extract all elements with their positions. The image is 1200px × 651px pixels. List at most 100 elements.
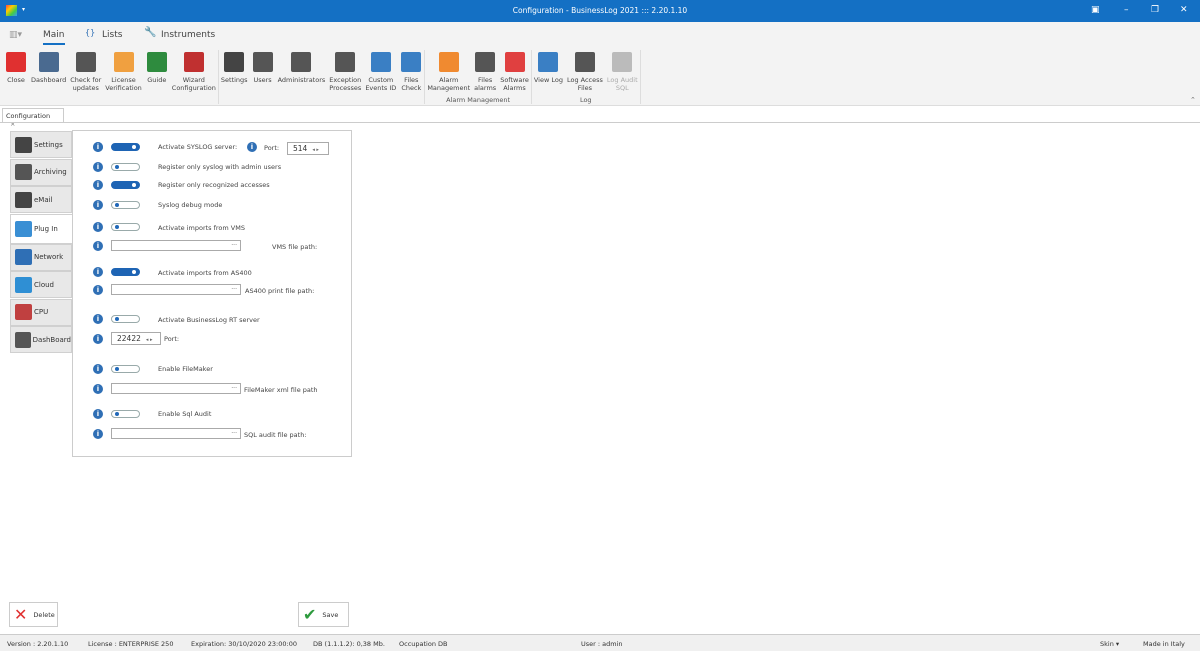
ribbon-button-label: Software Alarms <box>500 76 529 92</box>
ribbon-button-settings[interactable]: Settings <box>219 50 250 92</box>
debug-label: Syslog debug mode <box>158 201 223 209</box>
info-icon[interactable]: i <box>93 314 103 324</box>
divider <box>0 122 1200 123</box>
network-icon <box>15 249 32 265</box>
recognized-label: Register only recognized accesses <box>158 181 270 189</box>
tab-configuration[interactable]: Configuration × <box>2 108 64 128</box>
spin-arrows-icon[interactable]: ◂ ▸ <box>146 337 153 343</box>
delete-button[interactable]: ✕ Delete <box>9 602 58 627</box>
filemaker-browse-button[interactable]: ··· <box>231 385 237 392</box>
ribbon-button-guide[interactable]: Guide <box>144 50 170 92</box>
info-icon[interactable]: i <box>93 162 103 172</box>
ribbon-button-software-alarms[interactable]: Software Alarms <box>498 50 531 92</box>
info-icon[interactable]: i <box>93 334 103 344</box>
vms-toggle[interactable] <box>111 223 140 231</box>
ribbon-button-license-verification[interactable]: License Verification <box>103 50 144 92</box>
vms-path-input[interactable]: ··· <box>111 240 241 251</box>
ribbon-button-close[interactable]: Close <box>3 50 29 92</box>
ribbon-button-files-check[interactable]: Files Check <box>398 50 424 92</box>
maximize-button[interactable]: ❐ <box>1151 5 1159 15</box>
ribbon-button-custom-events-id[interactable]: Custom Events ID <box>363 50 398 92</box>
recognized-toggle[interactable] <box>111 181 140 189</box>
info-icon[interactable]: i <box>93 285 103 295</box>
skin-label: Skin <box>1100 640 1114 648</box>
users-icon <box>252 52 273 72</box>
vms-path-label: VMS file path: <box>272 243 318 251</box>
collapse-ribbon-icon[interactable]: ⌃ <box>1190 96 1196 104</box>
ribbon-button-check-for-updates[interactable]: Check for updates <box>68 50 103 92</box>
side-tab-archiving[interactable]: Archiving <box>10 158 72 186</box>
ribbon-button-view-log[interactable]: View Log <box>532 50 565 92</box>
sqlaudit-browse-button[interactable]: ··· <box>231 430 237 437</box>
minimize-button[interactable]: – <box>1124 5 1129 15</box>
info-icon[interactable]: i <box>93 409 103 419</box>
rt-port-value: 22422 <box>117 334 141 343</box>
ribbon-group: View Log Log Access Files Log Audit SQL Log <box>532 50 641 104</box>
filemaker-path-input[interactable]: ··· <box>111 383 241 394</box>
ribbon-button-administrators[interactable]: Administrators <box>276 50 328 92</box>
side-tab-cloud[interactable]: Cloud <box>10 271 72 298</box>
vms-browse-button[interactable]: ··· <box>231 242 237 249</box>
side-tab-cpu[interactable]: CPU <box>10 298 72 326</box>
syslog-port-spinner[interactable]: 514 ◂ ▸ <box>287 142 329 155</box>
side-tab-label: Settings <box>34 140 63 149</box>
tab-lists[interactable]: Lists <box>102 30 122 40</box>
ribbon-group: Settings Users Administrators Exception Pro… <box>219 50 426 104</box>
ribbon-button-wizard-configuration[interactable]: Wizard Configuration <box>170 50 218 92</box>
rt-toggle[interactable] <box>111 315 140 323</box>
sqlaudit-path-input[interactable]: ··· <box>111 428 241 439</box>
side-tab-email[interactable]: eMail <box>10 186 72 213</box>
ribbon-button-dashboard[interactable]: Dashboard <box>29 50 68 92</box>
rt-port-spinner[interactable]: 22422 ◂ ▸ <box>111 332 161 345</box>
info-icon[interactable]: i <box>247 142 257 152</box>
syslog-toggle[interactable] <box>111 143 140 151</box>
ribbon-button-log-audit-sql[interactable]: Log Audit SQL <box>605 50 640 92</box>
close-icon <box>6 52 26 72</box>
plugin-check-icon <box>15 220 32 237</box>
filemaker-toggle[interactable] <box>111 365 140 373</box>
info-icon[interactable]: i <box>93 429 103 439</box>
sqlaudit-label: Enable Sql Audit <box>158 410 212 418</box>
sqlaudit-toggle[interactable] <box>111 410 140 418</box>
skin-dropdown[interactable]: Skin ▾ <box>1100 640 1119 648</box>
debug-toggle[interactable] <box>111 201 140 209</box>
ribbon-button-exception-processes[interactable]: Exception Processes <box>327 50 363 92</box>
info-icon[interactable]: i <box>93 180 103 190</box>
info-icon[interactable]: i <box>93 222 103 232</box>
ribbon-button-label: Users <box>253 76 272 84</box>
admin_only-toggle[interactable] <box>111 163 140 171</box>
ribbon-button-log-access-files[interactable]: Log Access Files <box>565 50 605 92</box>
side-tab-network[interactable]: Network <box>10 243 72 271</box>
ribbon-group: Alarm Management Files alarms Software Ala… <box>425 50 532 104</box>
spin-arrows-icon[interactable]: ◂ ▸ <box>312 147 319 153</box>
restore-layout-icon[interactable]: ▣ <box>1091 5 1100 15</box>
info-icon[interactable]: i <box>93 241 103 251</box>
ribbon-button-alarm-management[interactable]: Alarm Management <box>425 50 472 92</box>
info-icon[interactable]: i <box>93 142 103 152</box>
ribbon-button-users[interactable]: Users <box>250 50 276 92</box>
ribbon-group-label: Log <box>579 96 592 104</box>
close-window-button[interactable]: ✕ <box>1180 5 1188 15</box>
side-tab-plugin[interactable]: Plug In <box>10 213 73 244</box>
ribbon-button-files-alarms[interactable]: Files alarms <box>472 50 498 92</box>
occupation-db[interactable]: Occupation DB <box>399 640 447 648</box>
side-tab-settings[interactable]: Settings <box>10 131 72 158</box>
info-icon[interactable]: i <box>93 200 103 210</box>
info-icon[interactable]: i <box>93 364 103 374</box>
side-tab-dashboard[interactable]: DashBoard <box>10 326 72 353</box>
sqlaudit-path-label: SQL audit file path: <box>244 431 307 439</box>
ribbon-button-label: View Log <box>533 76 563 84</box>
save-button[interactable]: ✔ Save <box>298 602 349 627</box>
checkmark-icon: ✔ <box>303 605 317 624</box>
file-menu-icon[interactable]: ▥▾ <box>9 30 22 40</box>
info-icon[interactable]: i <box>93 267 103 277</box>
checklist-icon <box>335 52 356 72</box>
info-icon[interactable]: i <box>93 384 103 394</box>
as400-browse-button[interactable]: ··· <box>231 286 237 293</box>
delete-label: Delete <box>33 610 55 619</box>
as400-path-input[interactable]: ··· <box>111 284 241 295</box>
tab-instruments[interactable]: Instruments <box>161 30 215 40</box>
as400-toggle[interactable] <box>111 268 140 276</box>
expiration-status: Expiration: 30/10/2020 23:00:00 <box>191 640 297 648</box>
tab-main[interactable]: Main <box>43 30 65 45</box>
